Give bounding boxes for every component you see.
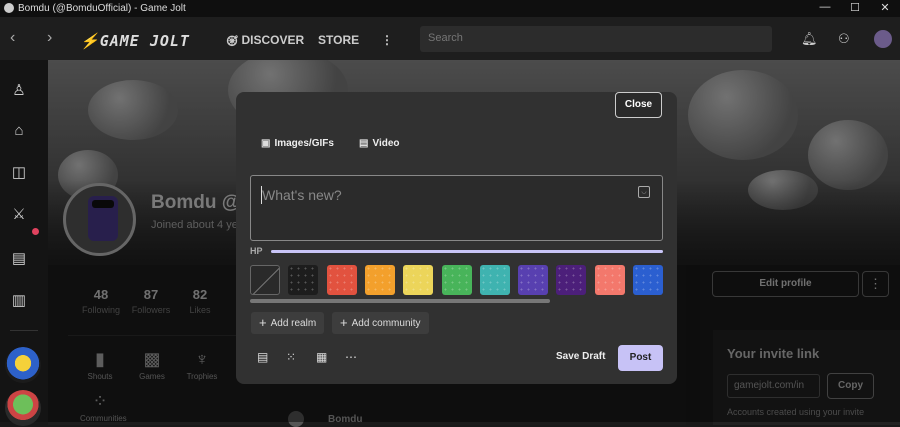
- compass-icon: 🧭︎: [226, 36, 242, 47]
- chat-icon[interactable]: ▤: [10, 250, 28, 268]
- background-swatch-yellow-stripes[interactable]: [403, 265, 434, 295]
- notification-dot: [32, 228, 39, 235]
- close-window-button[interactable]: ✕: [870, 1, 900, 16]
- background-swatch-violet-dots[interactable]: [556, 265, 587, 295]
- friends-icon[interactable]: ⚇: [838, 31, 850, 47]
- library-icon[interactable]: ▥: [10, 292, 28, 310]
- store-icon[interactable]: ⌂: [10, 122, 28, 140]
- search-box[interactable]: [420, 26, 772, 52]
- editor-placeholder: What's new?: [262, 187, 342, 203]
- images-gifs-button[interactable]: ▣ Images/GIFs: [261, 138, 334, 149]
- background-swatch-none[interactable]: [250, 265, 280, 295]
- post-editor[interactable]: What's new? ◡: [250, 175, 663, 241]
- background-swatch-green-dots[interactable]: [441, 265, 472, 295]
- close-button[interactable]: Close: [615, 92, 662, 118]
- sidebar-divider: [10, 330, 38, 331]
- background-swatch-orange-dots[interactable]: [364, 265, 395, 295]
- community-avatar[interactable]: [5, 390, 41, 426]
- community-avatar[interactable]: [5, 347, 41, 383]
- quests-icon[interactable]: ⚔: [10, 206, 28, 224]
- plus-icon: +: [259, 315, 267, 330]
- top-nav: ‹ › ⚡GAME JOLT 🧭︎ DISCOVER STORE ⋮ 🔔︎ ⚇: [0, 17, 900, 60]
- plus-icon: +: [340, 315, 348, 330]
- article-icon[interactable]: ▤: [257, 350, 268, 364]
- add-realm-label: Add realm: [270, 318, 317, 329]
- left-sidebar: ♙ ⌂ ◫ ⚔ ▤ ▥: [0, 60, 48, 426]
- discover-link[interactable]: 🧭︎ DISCOVER: [226, 33, 304, 47]
- window-title: Bomdu (@BomduOfficial) - Game Jolt: [18, 3, 186, 14]
- minimize-button[interactable]: —: [810, 1, 840, 16]
- poll-icon[interactable]: ⁙: [286, 350, 296, 364]
- video-label: Video: [372, 138, 400, 149]
- back-button[interactable]: ‹: [10, 29, 15, 47]
- calendar-icon[interactable]: ▦: [316, 350, 327, 364]
- window-titlebar: Bomdu (@BomduOfficial) - Game Jolt — ☐ ✕: [0, 0, 900, 17]
- maximize-button[interactable]: ☐: [840, 1, 870, 16]
- add-community-label: Add community: [351, 318, 421, 329]
- background-scrollbar[interactable]: [250, 299, 550, 303]
- background-swatch-teal-dots[interactable]: [479, 265, 510, 295]
- logo-text: GAME JOLT: [99, 32, 190, 50]
- lightning-icon: ⚡: [80, 32, 100, 50]
- discover-label: DISCOVER: [241, 33, 305, 47]
- hp-bar: [271, 250, 663, 253]
- save-draft-button[interactable]: Save Draft: [556, 351, 605, 362]
- more-options-icon[interactable]: ⋯: [345, 350, 357, 364]
- post-button[interactable]: Post: [618, 345, 663, 371]
- store-link[interactable]: STORE: [318, 33, 359, 47]
- video-button[interactable]: ▤ Video: [359, 138, 400, 149]
- bell-icon[interactable]: 🔔︎: [801, 31, 818, 47]
- nav-more-button[interactable]: ⋮: [381, 33, 393, 47]
- emoji-icon[interactable]: ◡: [638, 186, 650, 198]
- add-community-button[interactable]: + Add community: [332, 312, 429, 334]
- lightbulb-icon[interactable]: ♙: [10, 82, 28, 100]
- search-input[interactable]: [420, 26, 772, 50]
- background-swatch-purple-pattern[interactable]: [518, 265, 549, 295]
- background-swatch-salmon[interactable]: [594, 265, 625, 295]
- image-icon: ▣: [261, 138, 271, 149]
- hp-label: HP: [250, 246, 263, 256]
- app-icon: [4, 3, 14, 13]
- user-avatar[interactable]: [874, 30, 892, 48]
- background-swatch-dark-speckle[interactable]: [288, 265, 319, 295]
- background-swatch-blue-shapes[interactable]: [633, 265, 663, 295]
- background-swatch-red-bubbles[interactable]: [326, 265, 357, 295]
- add-realm-button[interactable]: + Add realm: [251, 312, 325, 334]
- gamejolt-logo[interactable]: ⚡GAME JOLT: [80, 32, 190, 50]
- bag-icon[interactable]: ◫: [10, 164, 28, 182]
- forward-button[interactable]: ›: [47, 29, 52, 47]
- film-icon: ▤: [359, 138, 369, 149]
- images-gifs-label: Images/GIFs: [274, 138, 334, 149]
